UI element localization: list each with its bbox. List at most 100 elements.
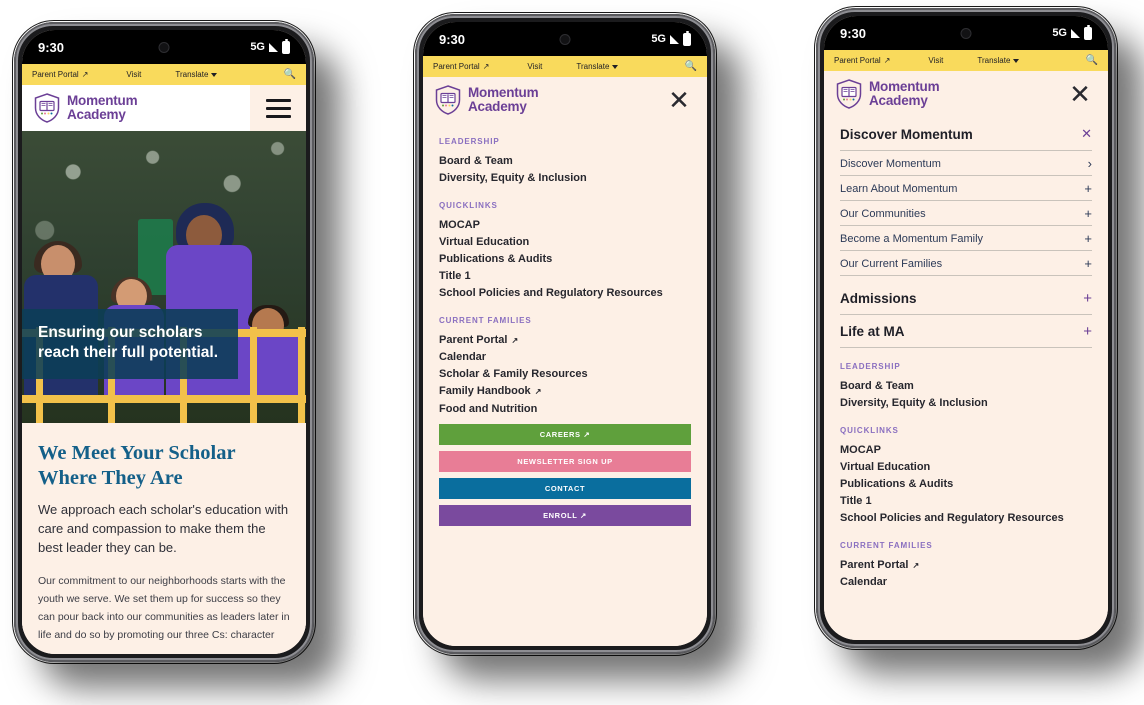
menu-link[interactable]: Calendar — [439, 349, 691, 366]
plus-icon[interactable]: + — [1084, 257, 1092, 270]
cta-button-label: CONTACT — [544, 483, 586, 493]
accordion-row[interactable]: Our Communities + — [840, 201, 1092, 226]
menu-link[interactable]: Diversity, Equity & Inclusion — [439, 170, 691, 187]
brand-line-1: Momentum — [67, 93, 138, 109]
search-icon[interactable]: 🔍 — [685, 61, 697, 72]
menu-link-label: MOCAP — [439, 219, 480, 232]
menu-link[interactable]: Publications & Audits — [439, 251, 691, 268]
search-icon[interactable]: 🔍 — [1086, 55, 1098, 66]
menu-link-label: Virtual Education — [439, 236, 530, 249]
plus-icon[interactable]: + — [1084, 182, 1092, 195]
utility-bar: Parent Portal ↗ Visit Translate 🔍 — [824, 50, 1108, 71]
menu-link[interactable]: Diversity, Equity & Inclusion — [840, 395, 1092, 412]
menu-link[interactable]: Virtual Education — [439, 234, 691, 251]
accordion-row[interactable]: Become a Momentum Family + — [840, 226, 1092, 251]
cta-button-label: ENROLL — [543, 510, 578, 520]
accordion-panel-header: Discover Momentum ✕ — [840, 117, 1092, 151]
menu-group: LEADERSHIP Board & Team Diversity, Equity … — [840, 362, 1092, 412]
utility-translate[interactable]: Translate — [977, 56, 1020, 65]
menu-link[interactable]: MOCAP — [840, 442, 1092, 459]
hamburger-menu-icon[interactable] — [250, 85, 306, 131]
utility-bar: Parent Portal ↗ Visit Translate 🔍 — [423, 56, 707, 77]
menu-link[interactable]: School Policies and Regulatory Resources — [840, 510, 1092, 527]
cta-button[interactable]: ENROLL ↗ — [439, 504, 691, 526]
menu-link[interactable]: Scholar & Family Resources — [439, 366, 691, 383]
logo-lockup[interactable]: Momentum Academy — [22, 93, 250, 123]
utility-visit[interactable]: Visit — [126, 70, 141, 79]
external-link-icon: ↗ — [912, 560, 920, 570]
menu-panel-2: LEADERSHIP Board & Team Diversity, Equity … — [423, 123, 707, 646]
close-icon[interactable]: ✕ — [1081, 126, 1092, 142]
phone1-screen: 9:30 5G Parent Portal ↗ Visit Translate — [22, 30, 306, 654]
accordion-row-label: Admissions — [840, 291, 917, 306]
plus-icon[interactable]: + — [1083, 324, 1092, 339]
utility-translate[interactable]: Translate — [576, 62, 619, 71]
front-camera-icon — [961, 29, 971, 38]
menu-link[interactable]: School Policies and Regulatory Resources — [439, 285, 691, 302]
plus-icon[interactable]: + — [1084, 207, 1092, 220]
chevron-down-icon — [211, 72, 218, 77]
menu-link-label: Diversity, Equity & Inclusion — [439, 172, 587, 185]
menu-link[interactable]: Calendar — [840, 574, 1092, 591]
close-icon[interactable]: ✕ — [651, 77, 707, 123]
phone-mockup-3: 9:30 5G Parent Portal ↗ Visit Translate — [816, 8, 1116, 648]
accordion-row-major[interactable]: Admissions + — [840, 282, 1092, 315]
menu-link[interactable]: Board & Team — [439, 153, 691, 170]
brand-wordmark: Momentum Academy — [67, 93, 138, 122]
intro-section: We Meet Your Scholar Where They Are We a… — [22, 423, 306, 645]
accordion-row-label: Our Communities — [840, 207, 926, 220]
menu-link[interactable]: MOCAP — [439, 217, 691, 234]
utility-translate[interactable]: Translate — [175, 70, 218, 79]
logo-lockup[interactable]: Momentum Academy — [423, 85, 651, 115]
plus-icon[interactable]: + — [1084, 232, 1092, 245]
menu-link[interactable]: Parent Portal ↗ — [439, 332, 691, 349]
brand-header-1: Momentum Academy — [22, 85, 306, 131]
accordion-row[interactable]: Our Current Families + — [840, 251, 1092, 276]
plus-icon[interactable]: + — [1083, 291, 1092, 306]
close-icon[interactable]: ✕ — [1052, 71, 1108, 117]
menu-link[interactable]: Title 1 — [439, 268, 691, 285]
section-heading: We Meet Your Scholar Where They Are — [38, 442, 236, 489]
brand-line-2: Academy — [468, 99, 527, 114]
menu-link[interactable]: Family Handbook ↗ — [439, 383, 691, 400]
search-icon[interactable]: 🔍 — [284, 69, 296, 80]
menu-panel-3: Discover Momentum ✕ Discover Momentum › Lear… — [824, 117, 1108, 640]
accordion-row-major[interactable]: Life at MA + — [840, 315, 1092, 348]
utility-parent-portal[interactable]: Parent Portal ↗ — [32, 70, 88, 79]
accordion-row[interactable]: Learn About Momentum + — [840, 176, 1092, 201]
menu-link-label: Board & Team — [840, 380, 914, 392]
cta-button[interactable]: NEWSLETTER SIGN UP — [439, 450, 691, 472]
logo-lockup[interactable]: Momentum Academy — [824, 79, 1052, 109]
menu-link[interactable]: Board & Team — [840, 378, 1092, 395]
menu-link[interactable]: Parent Portal ↗ — [840, 557, 1092, 574]
utility-visit[interactable]: Visit — [527, 62, 542, 71]
external-link-icon: ↗ — [580, 429, 591, 439]
chevron-right-icon[interactable]: › — [1088, 157, 1092, 170]
menu-link[interactable]: Food and Nutrition — [439, 401, 691, 418]
menu-group-label: LEADERSHIP — [840, 362, 901, 371]
battery-icon — [683, 30, 691, 46]
status-bar: 9:30 5G — [22, 30, 306, 64]
accordion-row-label: Discover Momentum — [840, 157, 941, 170]
cta-button-label: CAREERS — [539, 429, 581, 439]
cta-button[interactable]: CONTACT — [439, 477, 691, 499]
accordion-row[interactable]: Discover Momentum › — [840, 151, 1092, 176]
utility-parent-portal[interactable]: Parent Portal ↗ — [834, 56, 890, 65]
brand-wordmark: Momentum Academy — [869, 80, 940, 108]
brand-line-2: Academy — [869, 93, 928, 108]
menu-link[interactable]: Publications & Audits — [840, 476, 1092, 493]
menu-group: CURRENT FAMILIES Parent Portal ↗ Calendar — [840, 541, 1092, 591]
utility-parent-portal[interactable]: Parent Portal ↗ — [433, 62, 489, 71]
hero-image: Ensuring our scholars reach their full p… — [22, 131, 306, 423]
menu-link[interactable]: Virtual Education — [840, 459, 1092, 476]
brand-header-2: Momentum Academy ✕ — [423, 77, 707, 123]
chevron-down-icon — [1013, 58, 1020, 63]
utility-visit[interactable]: Visit — [928, 56, 943, 65]
cta-button[interactable]: CAREERS ↗ — [439, 423, 691, 445]
menu-group-label: LEADERSHIP — [439, 137, 500, 146]
menu-link-label: School Policies and Regulatory Resources — [840, 512, 1064, 525]
status-indicators: 5G — [250, 38, 290, 54]
accordion-row-label: Life at MA — [840, 324, 905, 339]
external-link-icon: ↗ — [81, 69, 89, 79]
menu-link[interactable]: Title 1 — [840, 493, 1092, 510]
